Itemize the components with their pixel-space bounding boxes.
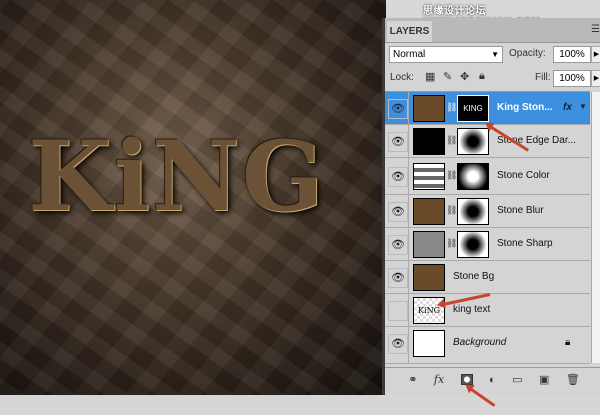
layer-mask-thumbnail[interactable] [457, 128, 489, 155]
opacity-input[interactable]: 100% [553, 46, 591, 63]
fill-slider-button[interactable]: ▶ [591, 70, 600, 87]
blend-mode-value: Normal [393, 49, 426, 60]
layer-thumbnail [413, 264, 445, 291]
layer-name[interactable]: King Ston... [497, 102, 553, 113]
eye-icon[interactable]: 👁︎ [388, 167, 408, 187]
layer-mask-thumbnail[interactable]: KING [457, 95, 489, 122]
lock-all-icon[interactable]: 🔒︎ [479, 70, 485, 83]
lock-transparency-icon[interactable]: ▦ [425, 70, 435, 83]
layer-row[interactable]: 👁︎ Stone Bg [385, 261, 590, 294]
eye-visibility-off[interactable] [388, 301, 408, 321]
layers-panel: LAYERS ☰ Normal ▼ Opacity: 100% ▶ Lock: ▦… [382, 18, 600, 395]
tab-layers[interactable]: LAYERS [387, 21, 432, 42]
layer-mask-thumbnail[interactable] [457, 198, 489, 225]
lock-icon: 🔒︎ [565, 337, 571, 348]
lock-position-icon[interactable]: ✥ [460, 70, 469, 83]
eye-icon[interactable]: 👁︎ [388, 235, 408, 255]
fill-label: Fill: [535, 72, 551, 83]
layer-name[interactable]: king text [453, 304, 490, 315]
fx-icon[interactable]: fx [563, 102, 572, 113]
layer-mask-thumbnail[interactable] [457, 231, 489, 258]
layers-list: 👁︎ ⛓ KING King Ston... fx ▼ 👁︎ ⛓ Stone E… [385, 91, 590, 364]
layer-name[interactable]: Stone Blur [497, 205, 544, 216]
fx-icon[interactable]: fx [434, 373, 444, 386]
lock-label: Lock: [390, 72, 414, 83]
layer-thumbnail [413, 231, 445, 258]
group-icon[interactable]: ▭ [512, 373, 522, 386]
eye-icon[interactable]: 👁︎ [388, 132, 408, 152]
layer-thumbnail [413, 330, 445, 357]
link-icon[interactable]: ⛓ [446, 205, 457, 216]
layer-row[interactable]: 👁︎ ⛓ Stone Color [385, 158, 590, 195]
layer-name[interactable]: Background [453, 337, 506, 348]
layer-thumbnail [413, 198, 445, 225]
panel-menu-icon[interactable]: ☰ [591, 24, 600, 35]
opacity-slider-button[interactable]: ▶ [591, 46, 600, 63]
canvas-king-text: KiNG [28, 120, 326, 233]
link-icon[interactable]: ⛓ [446, 238, 457, 249]
eye-icon[interactable]: 👁︎ [388, 202, 408, 222]
link-icon[interactable]: ⛓ [446, 102, 457, 113]
layer-row[interactable]: 👁︎ Background 🔒︎ [385, 327, 590, 364]
document-canvas[interactable]: KiNG [0, 0, 386, 395]
eye-icon[interactable]: 👁︎ [388, 334, 408, 354]
layer-row[interactable]: 👁︎ ⛓ Stone Blur [385, 195, 590, 228]
fill-input[interactable]: 100% [553, 70, 591, 87]
layer-name[interactable]: Stone Sharp [497, 238, 553, 249]
layer-thumbnail [413, 95, 445, 122]
link-icon[interactable]: ⛓ [446, 135, 457, 146]
adjustment-thumbnail [413, 163, 445, 190]
chevron-down-icon: ▼ [491, 50, 499, 59]
layer-name[interactable]: Stone Color [497, 170, 550, 181]
layer-row[interactable]: 👁︎ ⛓ Stone Sharp [385, 228, 590, 261]
status-bar [0, 395, 600, 415]
adjustment-icon[interactable]: ◐ [489, 374, 496, 386]
panel-tabbar: LAYERS ☰ [385, 18, 600, 43]
layers-footer: ⚭ fx ◐ ▭ ▣ 🗑︎ [385, 367, 600, 391]
link-icon[interactable]: ⛓ [446, 170, 457, 181]
layers-scrollbar[interactable] [591, 92, 600, 363]
new-layer-icon[interactable]: ▣ [539, 373, 549, 386]
lock-pixels-icon[interactable]: ✎ [443, 70, 452, 83]
layer-mask-thumbnail[interactable] [457, 163, 489, 190]
eye-icon[interactable]: 👁︎ [388, 268, 408, 288]
blend-mode-select[interactable]: Normal ▼ [389, 46, 503, 63]
expand-effects-icon[interactable]: ▼ [579, 102, 587, 111]
eye-icon[interactable]: 👁︎ [388, 99, 408, 119]
trash-icon[interactable]: 🗑︎ [566, 373, 580, 386]
adjustment-thumbnail [413, 128, 445, 155]
link-icon[interactable]: ⚭ [408, 373, 417, 386]
opacity-label: Opacity: [509, 48, 546, 59]
layer-name[interactable]: Stone Bg [453, 271, 494, 282]
layer-row[interactable]: KiNG king text [385, 294, 590, 327]
